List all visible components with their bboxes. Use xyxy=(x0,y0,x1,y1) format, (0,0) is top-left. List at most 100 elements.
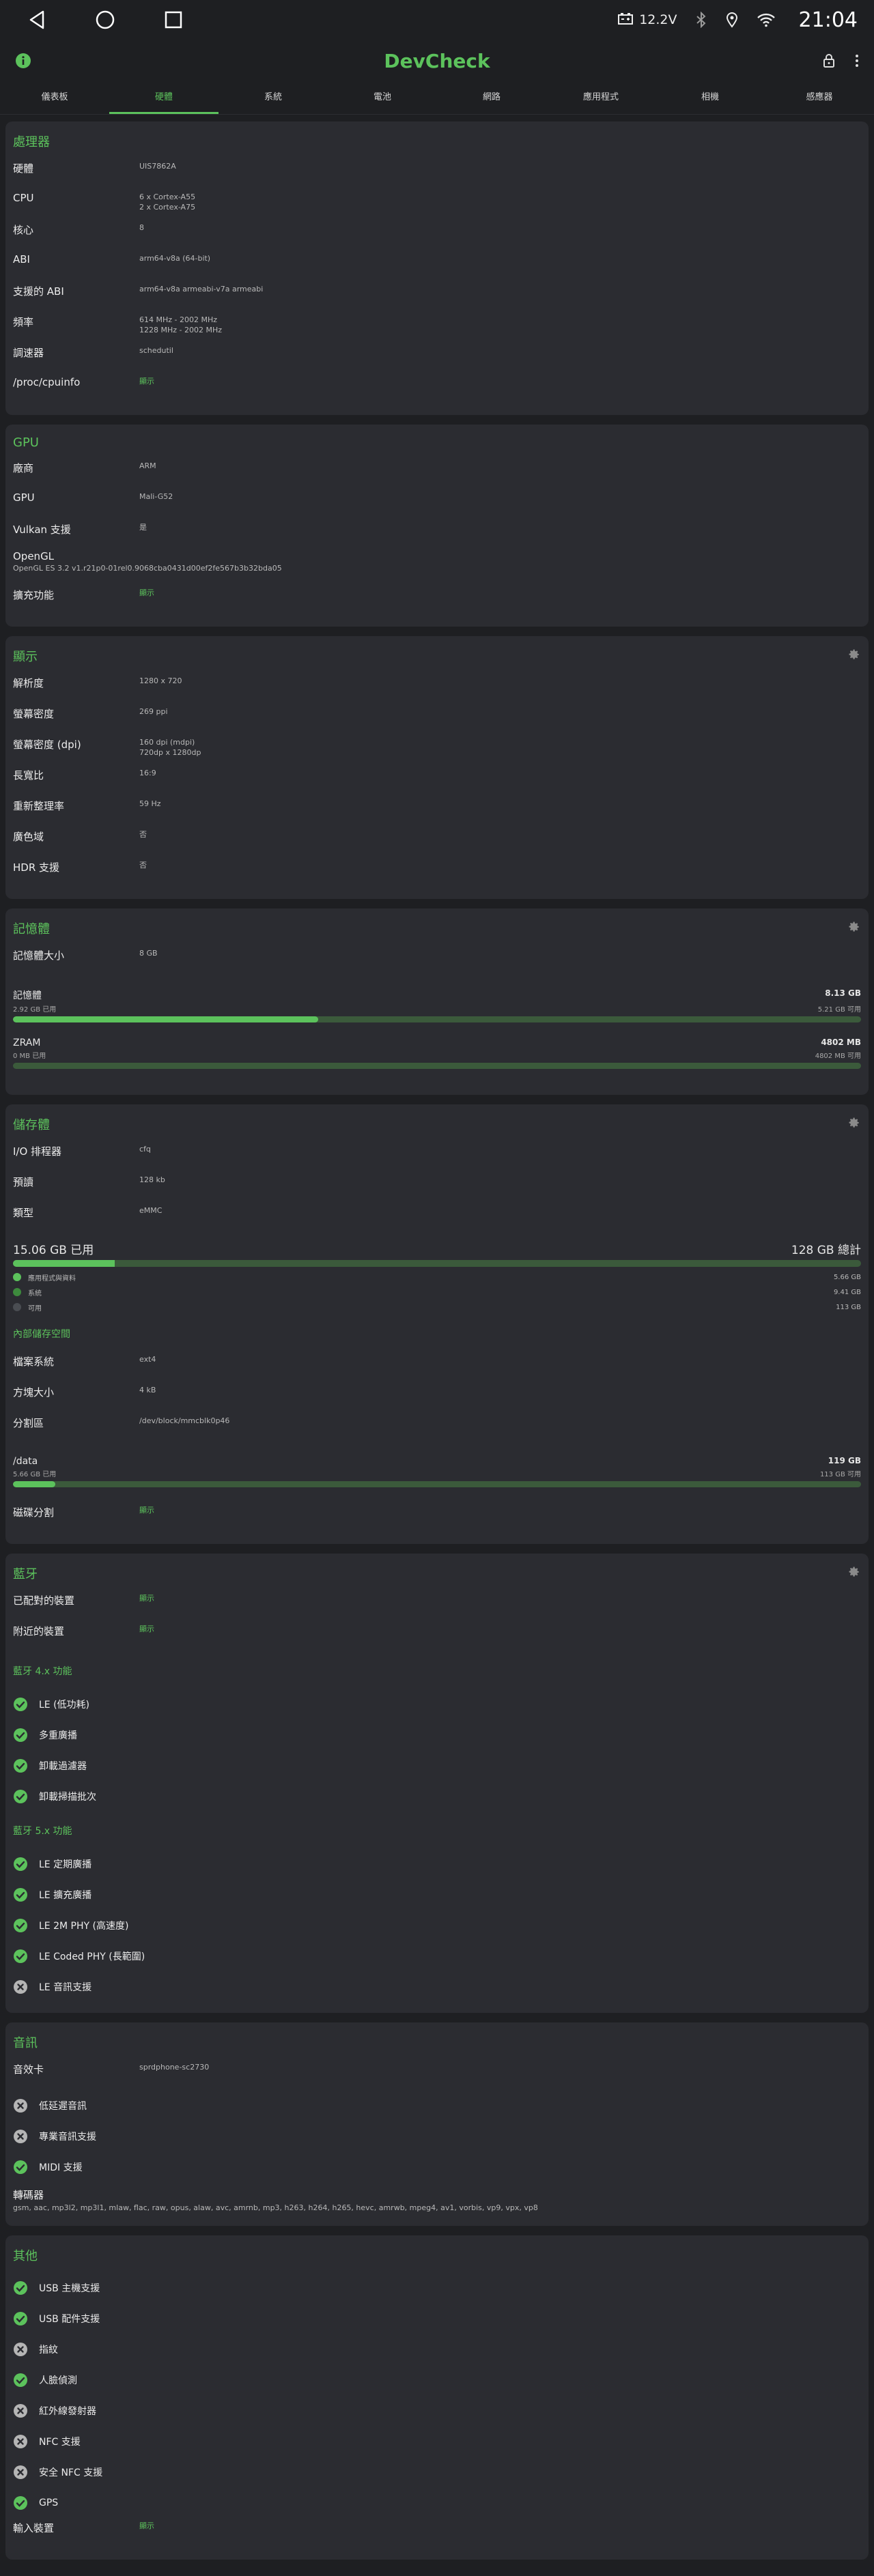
show-link[interactable]: 顯示 xyxy=(139,585,154,598)
tab-camera[interactable]: 相機 xyxy=(656,82,765,114)
usage-meter: ZRAM 4802 MB 0 MB 已用 4802 MB 可用 xyxy=(13,1037,861,1069)
row-label: 方塊大小 xyxy=(13,1386,55,1399)
row-label: Vulkan 支援 xyxy=(13,524,71,536)
info-row: 螢幕密度 (dpi) 160 dpi (mdpi) 720dp x 1280dp xyxy=(13,734,861,765)
meter-name: /data xyxy=(13,1456,38,1467)
clock: 21:04 xyxy=(798,8,858,32)
tab-sensors[interactable]: 感應器 xyxy=(765,82,874,114)
feature-item: 指紋 xyxy=(13,2334,861,2364)
more-options-icon[interactable] xyxy=(855,54,859,68)
info-icon[interactable] xyxy=(15,53,31,69)
gear-icon[interactable] xyxy=(848,1117,860,1129)
info-row: 方塊大小 4 kB xyxy=(13,1382,861,1413)
cross-circle-icon xyxy=(14,2403,27,2418)
show-link[interactable]: 顯示 xyxy=(139,1590,154,1603)
codec-value: gsm, aac, mp3l2, mp3l1, mlaw, flac, raw,… xyxy=(13,2203,538,2212)
feature-item: 安全 NFC 支援 xyxy=(13,2457,861,2487)
feature-item: LE Coded PHY (長範圍) xyxy=(13,1941,861,1971)
row-value: arm64-v8a armeabi-v7a armeabi xyxy=(139,285,264,294)
info-row: 預讀 128 kb xyxy=(13,1172,861,1203)
check-circle-icon xyxy=(14,1789,27,1803)
info-row: 解析度 1280 x 720 xyxy=(13,673,861,704)
tab-network[interactable]: 網路 xyxy=(437,82,546,114)
feature-item: LE 2M PHY (高速度) xyxy=(13,1910,861,1941)
tab-battery[interactable]: 電池 xyxy=(328,82,437,114)
check-circle-icon xyxy=(14,1697,27,1711)
feature-name: USB 配件支援 xyxy=(39,2313,100,2325)
tab-dashboard[interactable]: 儀表板 xyxy=(0,82,109,114)
opengl-value: OpenGL ES 3.2 v1.r21p0-01rel0.9068cba043… xyxy=(13,564,282,573)
feature-list: 低延遲音訊 專業音訊支援 MIDI 支援 xyxy=(13,2090,861,2182)
feature-item: USB 配件支援 xyxy=(13,2303,861,2334)
show-link[interactable]: 顯示 xyxy=(139,2518,154,2531)
feature-name: 專業音訊支援 xyxy=(39,2131,96,2143)
info-row: Vulkan 支援 是 xyxy=(13,519,861,550)
tab-system[interactable]: 系統 xyxy=(218,82,328,114)
row-label: 輸入裝置 xyxy=(13,2522,55,2534)
card-title: 記憶體 xyxy=(13,922,50,936)
gear-icon[interactable] xyxy=(848,648,860,661)
row-label: /proc/cpuinfo xyxy=(13,376,81,388)
home-button[interactable] xyxy=(85,0,126,40)
feature-name: NFC 支援 xyxy=(39,2436,81,2448)
info-row: 擴充功能 顯示 xyxy=(13,585,861,616)
row-label: 磁碟分割 xyxy=(13,1506,55,1519)
wifi-icon xyxy=(757,13,775,27)
check-circle-icon xyxy=(14,1857,27,1871)
row-value: UIS7862A xyxy=(139,162,176,171)
legend-amount: 113 GB xyxy=(836,1303,861,1311)
feature-name: 多重廣播 xyxy=(39,1730,77,1741)
tab-hardware[interactable]: 硬體 xyxy=(109,82,218,114)
legend-dot xyxy=(13,1288,21,1296)
show-link[interactable]: 顯示 xyxy=(139,373,154,386)
back-button[interactable] xyxy=(16,0,57,40)
row-label: CPU xyxy=(13,192,34,204)
internal-storage-header: 內部儲存空間 xyxy=(13,1329,70,1340)
info-row: 磁碟分割 顯示 xyxy=(13,1502,861,1533)
meter-header: /data 119 GB xyxy=(13,1456,861,1467)
bt4-header: 藍牙 4.x 功能 xyxy=(13,1666,72,1677)
opengl-label: OpenGL xyxy=(13,550,55,562)
content: 處理器 硬體 UIS7862A CPU 6 x Cortex-A55 2 x Cort… xyxy=(0,115,874,2576)
gear-icon[interactable] xyxy=(848,921,860,933)
check-circle-icon xyxy=(14,1758,27,1773)
info-rows: 音效卡 sprdphone-sc2730 xyxy=(13,2059,861,2090)
info-row: 記憶體大小 8 GB xyxy=(13,945,861,976)
meter-bar-fill xyxy=(13,1481,56,1487)
row-value: schedutil xyxy=(139,346,173,355)
row-value: 269 ppi xyxy=(139,707,168,716)
info-row: 廠商 ARM xyxy=(13,458,861,489)
meter-detail: 5.66 GB 已用 113 GB 可用 xyxy=(13,1468,861,1478)
feature-item: LE 定期廣播 xyxy=(13,1848,861,1879)
gear-icon[interactable] xyxy=(848,1566,860,1578)
info-row: CPU 6 x Cortex-A55 2 x Cortex-A75 xyxy=(13,189,861,220)
usage-meters: /data 119 GB 5.66 GB 已用 113 GB 可用 xyxy=(13,1456,861,1487)
memory-card: 記憶體 記憶體大小 8 GB 記憶體 8.13 GB 2.92 GB 已用 5.21 … xyxy=(5,908,869,1095)
lock-icon[interactable] xyxy=(822,53,836,68)
feature-name: 安全 NFC 支援 xyxy=(39,2467,103,2478)
show-link[interactable]: 顯示 xyxy=(139,1502,154,1515)
row-label: GPU xyxy=(13,491,35,504)
usage-meter: 記憶體 8.13 GB 2.92 GB 已用 5.21 GB 可用 xyxy=(13,988,861,1022)
check-circle-icon xyxy=(14,1949,27,1963)
tab-bar: 儀表板 硬體 系統 電池 網路 應用程式 相機 感應器 xyxy=(0,82,874,115)
row-label: 硬體 xyxy=(13,162,34,175)
codec-label: 轉碼器 xyxy=(13,2189,44,2201)
show-link[interactable]: 顯示 xyxy=(139,1621,154,1634)
meter-used: 5.66 GB 已用 xyxy=(13,1471,57,1478)
tab-apps[interactable]: 應用程式 xyxy=(546,82,656,114)
info-rows: 解析度 1280 x 720 螢幕密度 269 ppi 螢幕密度 (dpi) 160 dp… xyxy=(13,673,861,888)
feature-item: LE 音訊支援 xyxy=(13,1971,861,2002)
recents-icon xyxy=(165,11,182,29)
info-row: 輸入裝置 顯示 xyxy=(13,2518,861,2549)
storage-bar xyxy=(13,1260,861,1267)
meter-bar xyxy=(13,1016,861,1022)
recents-button[interactable] xyxy=(153,0,194,40)
feature-item: 低延遲音訊 xyxy=(13,2090,861,2121)
app-title: DevCheck xyxy=(384,49,490,72)
other-card: 其他 USB 主機支援 USB 配件支援 指紋 人臉偵測 紅外線發射器 NFC 支援 安全 … xyxy=(5,2235,869,2560)
info-rows: 硬體 UIS7862A CPU 6 x Cortex-A55 2 x Cortex-A… xyxy=(13,158,861,404)
row-label: 解析度 xyxy=(13,677,44,689)
legend-amount: 9.41 GB xyxy=(833,1288,861,1296)
feature-item: 卸載過濾器 xyxy=(13,1750,861,1781)
